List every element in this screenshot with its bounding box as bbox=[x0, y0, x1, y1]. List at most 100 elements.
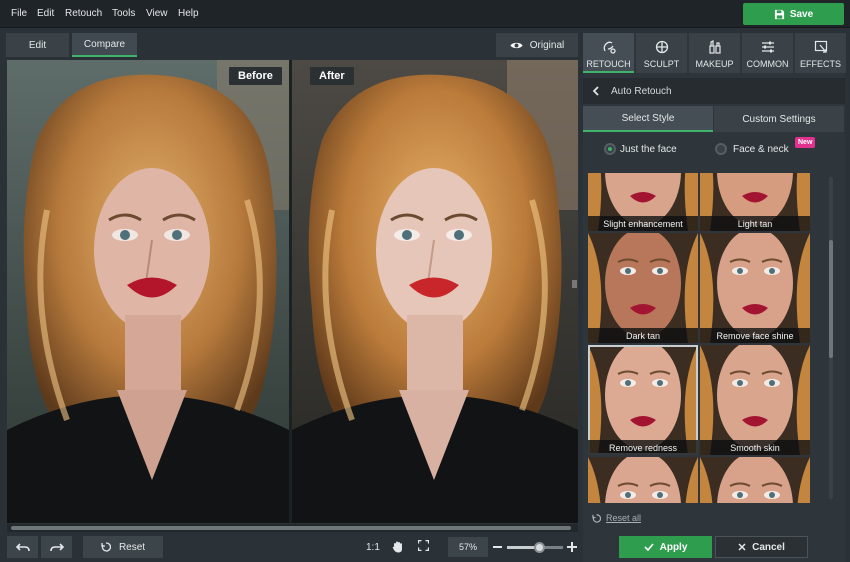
retouch-icon bbox=[603, 41, 616, 54]
tool-tabs: RETOUCH SCULPT MAKEUP COMMON EFFECTS bbox=[583, 33, 846, 73]
preset-thumbnail bbox=[700, 345, 810, 455]
radio-face-and-neck-label[interactable]: Face & neck bbox=[733, 144, 789, 155]
pan-hand-icon[interactable] bbox=[392, 541, 403, 553]
after-badge: After bbox=[310, 67, 354, 85]
tab-sculpt[interactable]: SCULPT bbox=[636, 33, 687, 73]
after-photo bbox=[292, 60, 578, 523]
menu-view[interactable]: View bbox=[146, 8, 168, 19]
tab-edit[interactable]: Edit bbox=[6, 33, 69, 57]
preset-label: Light tan bbox=[700, 216, 810, 231]
horizontal-scrollbar-thumb[interactable] bbox=[11, 526, 571, 530]
preset-label: Dark tan bbox=[588, 328, 698, 343]
tab-retouch[interactable]: RETOUCH bbox=[583, 33, 634, 73]
original-label: Original bbox=[529, 39, 565, 51]
save-button[interactable]: Save bbox=[743, 3, 844, 25]
undo-button[interactable] bbox=[7, 536, 38, 558]
cancel-button[interactable]: Cancel bbox=[715, 536, 808, 558]
makeup-icon bbox=[708, 40, 721, 54]
preset-thumbnail bbox=[700, 233, 810, 343]
redo-icon bbox=[49, 542, 64, 551]
back-chevron-icon[interactable] bbox=[592, 86, 599, 96]
tab-makeup[interactable]: MAKEUP bbox=[689, 33, 740, 73]
menu-file[interactable]: File bbox=[11, 8, 27, 19]
preset-label: Remove face shine bbox=[700, 328, 810, 343]
apply-label: Apply bbox=[659, 541, 688, 553]
zoom-slider-knob[interactable] bbox=[533, 542, 545, 553]
editor-tabs: Edit Compare Original bbox=[6, 33, 578, 57]
preset-label: Slight enhancement bbox=[588, 216, 698, 231]
tab-sculpt-label: SCULPT bbox=[643, 59, 680, 69]
zoom-out-icon[interactable] bbox=[493, 546, 502, 549]
preset-scrollbar[interactable] bbox=[829, 177, 833, 499]
preset-tile[interactable] bbox=[588, 457, 698, 503]
tab-common-label: COMMON bbox=[746, 59, 789, 69]
apply-area-options: Just the face Face & neck New bbox=[583, 137, 845, 161]
reset-icon bbox=[101, 542, 111, 552]
preset-label: Remove redness bbox=[588, 440, 698, 455]
sculpt-icon bbox=[655, 40, 668, 54]
effects-icon bbox=[814, 40, 827, 53]
tab-select-style[interactable]: Select Style bbox=[583, 106, 713, 132]
vertical-scrollbar[interactable] bbox=[572, 280, 577, 288]
tab-compare[interactable]: Compare bbox=[72, 33, 137, 57]
new-badge: New bbox=[795, 137, 816, 148]
comparison-canvas[interactable]: Before After bbox=[7, 60, 578, 523]
menu-retouch[interactable]: Retouch bbox=[65, 8, 102, 19]
floppy-disk-icon bbox=[774, 9, 784, 19]
preset-tile[interactable]: Remove face shine bbox=[700, 233, 810, 343]
redo-button[interactable] bbox=[41, 536, 72, 558]
preset-thumbnail bbox=[700, 457, 810, 503]
menu-edit[interactable]: Edit bbox=[37, 8, 54, 19]
tab-effects[interactable]: EFFECTS bbox=[795, 33, 846, 73]
tab-makeup-label: MAKEUP bbox=[695, 59, 734, 69]
preset-label: Smooth skin bbox=[700, 440, 810, 455]
fit-screen-icon[interactable] bbox=[418, 540, 429, 551]
preset-thumbnail bbox=[588, 233, 698, 343]
menu-help[interactable]: Help bbox=[178, 8, 199, 19]
reset-all-label: Reset all bbox=[606, 513, 642, 523]
preset-tile[interactable]: Remove redness bbox=[588, 345, 698, 455]
zoom-in-icon[interactable] bbox=[567, 542, 577, 552]
checkmark-icon bbox=[644, 543, 654, 551]
original-button[interactable]: Original bbox=[496, 33, 578, 57]
preset-tile[interactable]: Light tan bbox=[700, 173, 810, 231]
preset-scrollbar-thumb[interactable] bbox=[829, 240, 833, 358]
preset-tile[interactable] bbox=[700, 457, 810, 503]
before-badge: Before bbox=[229, 67, 282, 85]
reset-label: Reset bbox=[118, 541, 146, 553]
sliders-icon bbox=[761, 41, 774, 53]
before-photo bbox=[7, 60, 289, 523]
style-tabs: Select Style Custom Settings bbox=[583, 106, 845, 132]
radio-just-the-face-label[interactable]: Just the face bbox=[620, 144, 677, 155]
bottom-toolbar: Reset 1:1 57% bbox=[0, 533, 580, 562]
radio-face-and-neck[interactable] bbox=[715, 143, 727, 155]
horizontal-scrollbar[interactable] bbox=[7, 524, 578, 532]
right-panel: RETOUCH SCULPT MAKEUP COMMON EFFECTS Aut… bbox=[583, 33, 846, 562]
tab-active-indicator bbox=[583, 71, 634, 73]
zoom-slider[interactable] bbox=[507, 542, 563, 553]
preset-tile[interactable]: Dark tan bbox=[588, 233, 698, 343]
tab-effects-label: EFFECTS bbox=[799, 59, 841, 69]
preset-thumbnail bbox=[588, 457, 698, 503]
compare-divider-handle[interactable] bbox=[289, 60, 292, 523]
preset-tile[interactable]: Slight enhancement bbox=[588, 173, 698, 231]
menu-bar: File Edit Retouch Tools View Help Save bbox=[0, 0, 850, 28]
tab-custom-settings[interactable]: Custom Settings bbox=[714, 106, 844, 132]
radio-just-the-face[interactable] bbox=[604, 143, 616, 155]
reset-all-link[interactable]: Reset all bbox=[592, 513, 641, 523]
tab-common[interactable]: COMMON bbox=[742, 33, 793, 73]
actual-size-button[interactable]: 1:1 bbox=[366, 542, 380, 553]
close-icon bbox=[738, 543, 746, 551]
auto-retouch-header: Auto Retouch bbox=[583, 78, 845, 104]
preset-tile[interactable]: Smooth skin bbox=[700, 345, 810, 455]
reset-button[interactable]: Reset bbox=[83, 536, 163, 558]
auto-retouch-title: Auto Retouch bbox=[611, 85, 672, 97]
undo-icon bbox=[15, 542, 30, 551]
eye-icon bbox=[510, 42, 523, 48]
apply-button[interactable]: Apply bbox=[619, 536, 712, 558]
cancel-label: Cancel bbox=[752, 541, 785, 553]
menu-tools[interactable]: Tools bbox=[112, 8, 135, 19]
preset-thumbnail bbox=[588, 345, 698, 455]
tab-retouch-label: RETOUCH bbox=[586, 59, 631, 69]
save-label: Save bbox=[789, 8, 814, 20]
